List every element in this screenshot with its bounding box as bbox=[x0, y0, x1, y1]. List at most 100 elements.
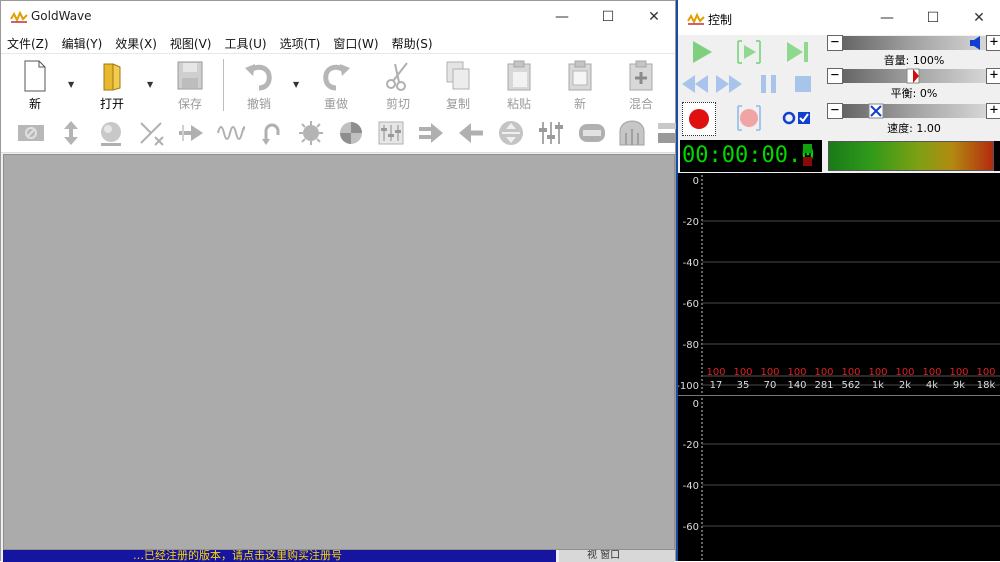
speed-slider[interactable]: − + bbox=[826, 103, 1000, 119]
play-selection-icon bbox=[737, 40, 761, 64]
mix-icon bbox=[629, 60, 653, 91]
menu-effects[interactable]: 效果(X) bbox=[115, 35, 157, 52]
arrow-left-icon[interactable] bbox=[457, 119, 485, 147]
save-button[interactable]: 保存 bbox=[164, 58, 216, 111]
play-end-button[interactable] bbox=[782, 37, 812, 67]
open-dropdown-arrow[interactable]: ▼ bbox=[147, 80, 157, 89]
maximize-button[interactable]: ☐ bbox=[585, 1, 631, 33]
volume-track[interactable] bbox=[843, 36, 986, 50]
balance-slider[interactable]: − + bbox=[826, 68, 1000, 84]
play-to-end-icon bbox=[787, 42, 808, 62]
menu-bar: 文件(Z) 编辑(Y) 效果(X) 视图(V) 工具(U) 选项(T) 窗口(W… bbox=[1, 33, 675, 53]
speed-track[interactable] bbox=[843, 104, 986, 118]
spectrum-peak-label: 100 bbox=[760, 367, 779, 378]
control-maximize-button[interactable]: ☐ bbox=[910, 0, 956, 35]
balance-increase-button[interactable]: + bbox=[986, 68, 1000, 84]
doppler-icon[interactable] bbox=[97, 119, 125, 147]
main-titlebar: GoldWave — ☐ ✕ bbox=[1, 1, 675, 33]
control-title: 控制 bbox=[708, 13, 733, 27]
minimize-button[interactable]: — bbox=[539, 1, 585, 33]
new-dropdown-arrow[interactable]: ▼ bbox=[68, 80, 78, 89]
scissors-icon bbox=[386, 62, 408, 91]
reverb-icon[interactable] bbox=[337, 119, 365, 147]
volume-increase-button[interactable]: + bbox=[986, 35, 1000, 51]
volume-decrease-button[interactable]: − bbox=[827, 35, 843, 51]
spectrum-x-tick: 4k bbox=[926, 380, 938, 391]
status-right-panel: 视 窗口 bbox=[559, 550, 675, 562]
maximize-volume-icon[interactable] bbox=[57, 119, 85, 147]
pause-button[interactable] bbox=[754, 69, 784, 99]
speed-increase-button[interactable]: + bbox=[986, 103, 1000, 119]
waveform-icon[interactable] bbox=[217, 119, 245, 147]
mix-button[interactable]: 混合 bbox=[615, 58, 667, 111]
undo-dropdown-arrow[interactable]: ▼ bbox=[293, 80, 303, 89]
stop-icon bbox=[795, 76, 811, 92]
offset-icon[interactable] bbox=[417, 119, 445, 147]
spectrum-visual-2[interactable]: 0 -20 -40 -60 bbox=[678, 395, 1000, 562]
cut-button[interactable]: 剪切 bbox=[372, 58, 424, 111]
menu-file[interactable]: 文件(Z) bbox=[7, 35, 49, 52]
volume-sliders-icon[interactable] bbox=[537, 119, 565, 147]
channel-swap-icon[interactable] bbox=[137, 119, 165, 147]
undo-button[interactable]: 撤销 bbox=[233, 58, 285, 111]
mechanize-icon[interactable] bbox=[177, 119, 205, 147]
spectrum-peak-label: 100 bbox=[949, 367, 968, 378]
menu-window[interactable]: 窗口(W) bbox=[333, 35, 378, 52]
status-bar: …已经注册的版本，请点击这里购买注册号 视 窗口 bbox=[1, 550, 675, 562]
spectrum-peak-label: 100 bbox=[733, 367, 752, 378]
rewind-button[interactable] bbox=[680, 69, 710, 99]
sound-workspace[interactable] bbox=[3, 154, 675, 550]
menu-tools[interactable]: 工具(U) bbox=[224, 35, 266, 52]
play-selection-button[interactable] bbox=[734, 37, 764, 67]
speaker-icon[interactable] bbox=[969, 35, 983, 51]
redo-icon bbox=[323, 64, 350, 91]
play-button[interactable] bbox=[686, 37, 716, 67]
fast-forward-button[interactable] bbox=[714, 69, 744, 99]
undo-icon bbox=[245, 64, 272, 91]
menu-help[interactable]: 帮助(S) bbox=[392, 35, 433, 52]
spectrum-y-tick: -100 bbox=[678, 381, 699, 392]
registration-message[interactable]: …已经注册的版本，请点击这里购买注册号 bbox=[3, 550, 556, 562]
echo-icon[interactable] bbox=[297, 119, 325, 147]
silence-icon[interactable] bbox=[17, 119, 45, 147]
balance-decrease-button[interactable]: − bbox=[827, 68, 843, 84]
control-close-button[interactable]: ✕ bbox=[956, 0, 1000, 35]
spectrum-peak-label: 100 bbox=[895, 367, 914, 378]
control-titlebar: 控制 — ☐ ✕ bbox=[678, 0, 1000, 35]
menu-options[interactable]: 选项(T) bbox=[280, 35, 321, 52]
redo-button[interactable]: 重做 bbox=[310, 58, 362, 111]
paste-new-button[interactable]: 新 bbox=[554, 58, 606, 111]
paste-button[interactable]: 粘贴 bbox=[493, 58, 545, 111]
noise-gate-icon[interactable] bbox=[617, 119, 645, 147]
open-button[interactable]: 打开 bbox=[86, 58, 138, 111]
time-display: 00:00:00.0 bbox=[680, 140, 822, 172]
control-minimize-button[interactable]: — bbox=[864, 0, 910, 35]
volume-label: 音量: 100% bbox=[883, 54, 945, 67]
stop-button[interactable] bbox=[788, 69, 818, 99]
device-controls-button[interactable] bbox=[782, 103, 812, 133]
copy-button[interactable]: 复制 bbox=[432, 58, 484, 111]
spectrum-peak-label: 100 bbox=[841, 367, 860, 378]
record-button[interactable] bbox=[682, 102, 716, 136]
speed-thumb-icon[interactable] bbox=[868, 103, 884, 119]
main-toolbar: 新 ▼ 打开 ▼ 保存 撤销 ▼ 重做 剪切 复制 粘贴 新 混合 bbox=[1, 53, 675, 113]
spectrum-visual-1[interactable]: 0 -20 -40 -60 -80 -100 17 100 35 100 70 100 140 100 28… bbox=[678, 173, 1000, 395]
menu-edit[interactable]: 编辑(Y) bbox=[62, 35, 103, 52]
monitor-checkbox-icon bbox=[782, 111, 810, 125]
close-button[interactable]: ✕ bbox=[631, 1, 677, 33]
speed-decrease-button[interactable]: − bbox=[827, 103, 843, 119]
record-selection-button[interactable] bbox=[734, 103, 764, 133]
pitch-icon[interactable] bbox=[497, 119, 525, 147]
spectrum-x-tick: 562 bbox=[841, 380, 860, 391]
menu-view[interactable]: 视图(V) bbox=[170, 35, 212, 52]
compressor-icon[interactable] bbox=[577, 119, 605, 147]
spectrum-y-tick: -40 bbox=[683, 258, 699, 269]
equalizer-icon[interactable] bbox=[377, 119, 405, 147]
record-selection-icon bbox=[737, 105, 761, 131]
reverse-icon[interactable] bbox=[257, 119, 285, 147]
spectrum-peak-label: 100 bbox=[922, 367, 941, 378]
new-button[interactable]: 新 bbox=[9, 58, 61, 111]
play-status-led bbox=[803, 144, 812, 153]
balance-thumb-icon[interactable] bbox=[906, 68, 920, 84]
volume-slider[interactable]: − + bbox=[826, 35, 1000, 51]
